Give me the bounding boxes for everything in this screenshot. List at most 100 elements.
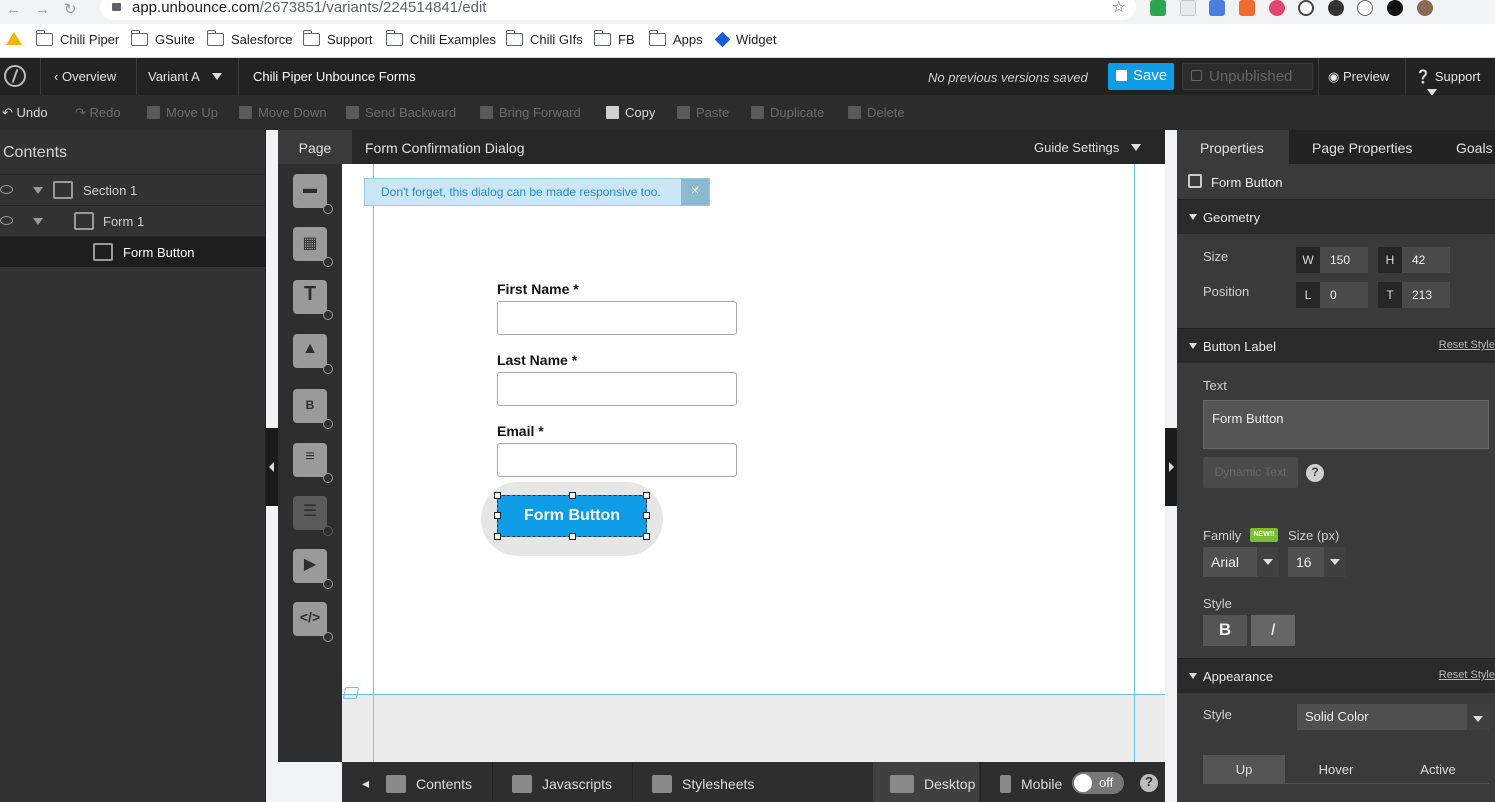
unbounce-logo-icon[interactable] bbox=[4, 65, 26, 87]
bookmark-salesforce[interactable]: Salesforce bbox=[206, 30, 292, 47]
collapse-right-panel-button[interactable] bbox=[1165, 428, 1177, 506]
resize-handle[interactable] bbox=[643, 512, 650, 519]
guide-settings-dropdown[interactable]: Guide Settings bbox=[1034, 140, 1142, 155]
custom-html-widget-icon[interactable]: </> bbox=[293, 602, 333, 642]
box-widget-icon[interactable]: ▦ bbox=[293, 227, 333, 267]
tab-properties[interactable]: Properties bbox=[1200, 140, 1264, 156]
text-widget-icon[interactable]: T bbox=[293, 280, 333, 320]
extension-icon[interactable] bbox=[1387, 0, 1403, 16]
button-widget-icon[interactable]: B bbox=[293, 389, 333, 429]
tree-item-form[interactable]: Form 1 bbox=[0, 205, 266, 236]
section-widget-icon[interactable]: ▬ bbox=[293, 174, 333, 214]
avatar[interactable] bbox=[1416, 0, 1433, 16]
tab-goals[interactable]: Goals bbox=[1456, 140, 1493, 156]
preview-button[interactable]: ◉ Preview bbox=[1328, 69, 1389, 85]
button-label-section-header[interactable]: Button Label Reset Style bbox=[1177, 328, 1495, 363]
font-size-select[interactable]: 16 bbox=[1288, 547, 1346, 577]
bookmark-gsuite[interactable]: GSuite bbox=[130, 30, 195, 47]
bookmark-fb[interactable]: FB bbox=[593, 30, 635, 47]
bookmark-widget[interactable]: Widget bbox=[714, 31, 776, 48]
left-field[interactable]: L0 bbox=[1296, 282, 1368, 308]
width-field[interactable]: W 150 bbox=[1296, 247, 1368, 273]
bookmark-apps[interactable]: Apps bbox=[648, 30, 703, 47]
resize-handle[interactable] bbox=[643, 492, 650, 499]
mobile-button[interactable]: Mobile bbox=[1000, 775, 1062, 793]
dynamic-text-button[interactable]: Dynamic Text bbox=[1203, 457, 1298, 488]
address-bar[interactable]: app.unbounce.com/2673851/variants/224514… bbox=[100, 0, 1136, 20]
email-input[interactable] bbox=[497, 443, 737, 477]
tree-item-form-button[interactable]: Form Button bbox=[0, 236, 266, 267]
video-widget-icon[interactable]: ▶ bbox=[293, 549, 333, 589]
extension-icon[interactable] bbox=[1179, 0, 1196, 16]
appearance-style-select[interactable]: Solid Color bbox=[1297, 704, 1489, 730]
javascripts-button[interactable]: Javascripts bbox=[512, 775, 612, 793]
drive-icon[interactable] bbox=[6, 32, 22, 45]
move-down-button[interactable]: Move Down bbox=[239, 105, 327, 120]
expand-arrow-icon[interactable] bbox=[33, 187, 43, 194]
resize-handle[interactable] bbox=[494, 512, 501, 519]
resize-handle-icon[interactable] bbox=[342, 687, 360, 699]
tab-up[interactable]: Up bbox=[1203, 755, 1285, 784]
resize-handle[interactable] bbox=[494, 533, 501, 540]
overview-link[interactable]: ‹ Overview bbox=[54, 69, 116, 84]
visibility-icon[interactable] bbox=[0, 185, 13, 194]
reset-style-link[interactable]: Reset Style bbox=[1439, 669, 1495, 681]
bookmark-star-icon[interactable]: ☆ bbox=[1112, 0, 1126, 17]
send-backward-button[interactable]: Send Backward bbox=[346, 105, 456, 120]
bookmark-chili-examples[interactable]: Chili Examples bbox=[385, 30, 496, 47]
font-family-select[interactable]: Arial bbox=[1203, 547, 1279, 577]
appearance-section-header[interactable]: Appearance Reset Style bbox=[1177, 658, 1495, 693]
form-button[interactable]: Form Button bbox=[497, 495, 647, 537]
delete-button[interactable]: Delete bbox=[848, 105, 905, 120]
forward-icon[interactable]: → bbox=[35, 1, 50, 18]
page-canvas[interactable] bbox=[342, 164, 1165, 762]
tab-form-confirmation-dialog[interactable]: Form Confirmation Dialog bbox=[365, 140, 525, 156]
bookmark-chili-piper[interactable]: Chili Piper bbox=[35, 30, 119, 47]
tree-item-section[interactable]: Section 1 bbox=[0, 174, 266, 205]
help-icon[interactable]: ? bbox=[1140, 774, 1158, 792]
save-button[interactable]: Save bbox=[1108, 63, 1174, 90]
bold-button[interactable]: B bbox=[1203, 615, 1247, 646]
image-widget-icon[interactable]: ▲ bbox=[293, 334, 333, 374]
reload-icon[interactable]: ↻ bbox=[64, 1, 77, 18]
move-up-button[interactable]: Move Up bbox=[147, 105, 218, 120]
form-widget-icon[interactable]: ≡ bbox=[293, 443, 333, 483]
undo-button[interactable]: ↶ Undo bbox=[2, 105, 48, 121]
tab-active[interactable]: Active bbox=[1397, 755, 1479, 784]
social-widget-icon[interactable]: ☰ bbox=[293, 496, 333, 536]
reset-style-link[interactable]: Reset Style bbox=[1439, 339, 1495, 351]
contents-toggle[interactable]: Contents bbox=[386, 775, 472, 793]
top-field[interactable]: T 213 bbox=[1378, 282, 1450, 308]
bring-forward-button[interactable]: Bring Forward bbox=[480, 105, 581, 120]
collapse-left-panel-button[interactable] bbox=[266, 428, 278, 506]
bookmark-chili-gifs[interactable]: Chili GIfs bbox=[505, 30, 583, 47]
extension-icon[interactable] bbox=[1327, 0, 1344, 16]
first-name-input[interactable] bbox=[497, 301, 737, 335]
button-text-input[interactable]: Form Button bbox=[1203, 400, 1489, 449]
duplicate-button[interactable]: Duplicate bbox=[751, 105, 824, 120]
copy-button[interactable]: Copy bbox=[606, 105, 655, 120]
extension-icon[interactable] bbox=[1150, 0, 1166, 16]
tab-page[interactable]: Page bbox=[278, 130, 352, 164]
unpublished-button[interactable]: Unpublished bbox=[1182, 63, 1313, 90]
mobile-toggle[interactable]: off bbox=[1072, 772, 1124, 794]
desktop-button[interactable]: Desktop bbox=[890, 775, 975, 793]
tab-page-properties[interactable]: Page Properties bbox=[1312, 140, 1412, 156]
variant-dropdown[interactable]: Variant A bbox=[148, 69, 222, 84]
stylesheets-button[interactable]: Stylesheets bbox=[652, 775, 754, 793]
italic-button[interactable]: I bbox=[1251, 615, 1295, 646]
extension-icon[interactable] bbox=[1209, 0, 1226, 16]
geometry-section-header[interactable]: Geometry bbox=[1177, 199, 1495, 234]
visibility-icon[interactable] bbox=[0, 216, 13, 225]
close-icon[interactable]: × bbox=[681, 179, 709, 205]
resize-handle[interactable] bbox=[494, 492, 501, 499]
paste-button[interactable]: Paste bbox=[677, 105, 729, 120]
back-icon[interactable]: ← bbox=[6, 1, 21, 18]
expand-arrow-icon[interactable] bbox=[33, 218, 43, 225]
extension-icon[interactable] bbox=[1238, 0, 1255, 16]
bookmark-support[interactable]: Support bbox=[302, 30, 373, 47]
last-name-input[interactable] bbox=[497, 372, 737, 406]
extension-icon[interactable] bbox=[1298, 0, 1315, 16]
prev-arrow-icon[interactable]: ◂ bbox=[362, 775, 369, 792]
extension-icon[interactable] bbox=[1268, 0, 1285, 16]
